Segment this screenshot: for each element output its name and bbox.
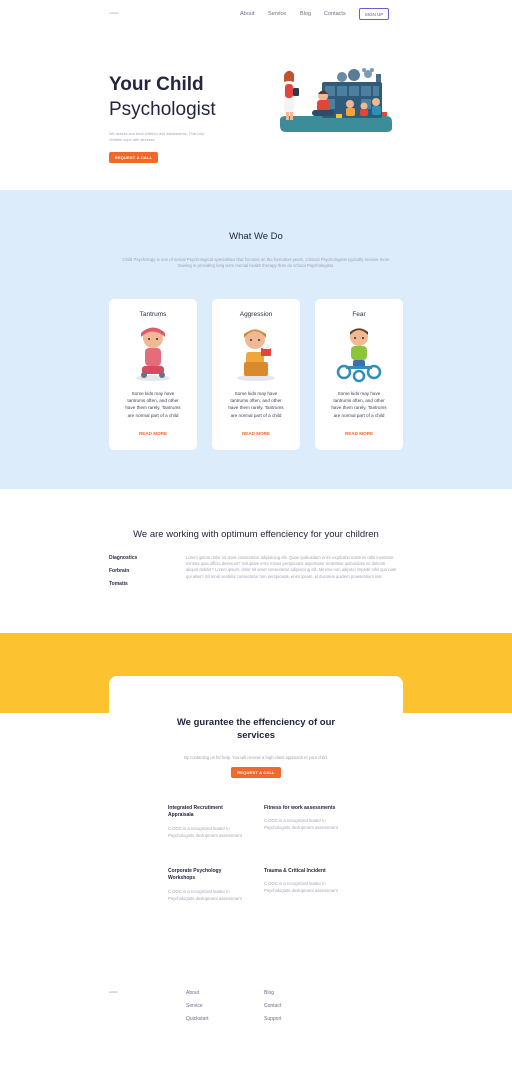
working-text: Lorem ipsum dolor sit amet consectetur a…: [186, 555, 397, 579]
card-text: Some kids may have tantrums often, and o…: [228, 391, 284, 418]
footer-link-contact[interactable]: Contact: [264, 1003, 281, 1009]
card-title: Tantrums: [139, 311, 167, 318]
hero-title-line2: Psychologist: [109, 99, 216, 120]
top-nav: LOGO About Service Blog Contacts SIGN UP: [0, 0, 512, 28]
hero-title-line1: Your Child: [109, 74, 204, 95]
aggression-boy-illustration: [237, 329, 275, 381]
guarantee-description: By contacting us for help. You will rece…: [184, 755, 328, 760]
working-title: We are working with optimum effenciency …: [133, 529, 379, 540]
service-text: C.DOC is a recognized leader in Psycholo…: [264, 881, 338, 893]
service-text: C.DOC is a recognized leader in Psycholo…: [168, 889, 242, 901]
footer-link-service[interactable]: Service: [186, 1003, 203, 1009]
guarantee-title-text: We gurantee the effenciency of our servi…: [176, 717, 336, 741]
read-more-link[interactable]: READ MORE: [212, 431, 300, 436]
request-call-button[interactable]: REQUEST A CALL: [109, 152, 158, 163]
read-more-link[interactable]: READ MORE: [315, 431, 403, 436]
nav-link-about[interactable]: About: [240, 11, 254, 17]
what-we-do-title: What We Do: [229, 231, 283, 242]
tantrum-girl-illustration: [136, 327, 170, 381]
what-we-do-description: Child Psychology is one of serval Psycho…: [122, 257, 390, 268]
nav-link-service[interactable]: Service: [268, 11, 286, 17]
hero-description: We assess and treat children and adolesc…: [109, 132, 205, 142]
hero-illustration: [280, 68, 392, 132]
footer-link-quickstart[interactable]: Quickstart: [186, 1016, 209, 1022]
request-call-button-2[interactable]: REQUEST A CALL: [231, 767, 281, 778]
card-text: Some kids may have tantrums often, and o…: [125, 391, 181, 418]
working-item-forbrain[interactable]: Forbrain: [109, 568, 129, 574]
guarantee-title: We gurantee the effenciency of our servi…: [0, 716, 512, 742]
working-item-tomatis[interactable]: Tomatis: [109, 581, 128, 587]
card-text: Some kids may have tantrums often, and o…: [331, 391, 387, 418]
service-title: Trauma & Critical Incident: [264, 868, 326, 874]
nav-link-contacts[interactable]: Contacts: [324, 11, 346, 17]
footer-logo[interactable]: LOGO: [109, 990, 118, 994]
logo[interactable]: LOGO: [109, 11, 119, 15]
service-text: C.DOC is a recognized leader in Psycholo…: [168, 826, 242, 838]
service-title: Corporate Psychology Workshops: [168, 868, 222, 881]
footer-link-blog[interactable]: Blog: [264, 990, 274, 996]
service-title: Fitness for work assessments: [264, 805, 336, 811]
card-fear: Fear Some kids may have tantrums often, …: [315, 299, 403, 450]
service-text: C.DOC is a recognized leader in Psycholo…: [264, 818, 338, 830]
card-title: Aggression: [239, 311, 273, 318]
fear-boy-illustration: [336, 328, 382, 383]
footer-link-support[interactable]: Support: [264, 1016, 282, 1022]
card-title: Fear: [352, 311, 366, 318]
read-more-link[interactable]: READ MORE: [109, 431, 197, 436]
nav-link-blog[interactable]: Blog: [300, 11, 311, 17]
card-aggression: Aggression Some kids may have tantrums o…: [212, 299, 300, 450]
signup-button[interactable]: SIGN UP: [359, 8, 389, 20]
footer-link-about[interactable]: About: [186, 990, 199, 996]
working-item-diagnostics[interactable]: Diagnostics: [109, 555, 137, 561]
service-title: Integrated Recrutiment Appraisala: [168, 805, 223, 818]
what-we-do-section: What We Do Child Psychology is one of se…: [0, 190, 512, 489]
card-tantrums: Tantrums Some kids may have tantrums oft…: [109, 299, 197, 450]
